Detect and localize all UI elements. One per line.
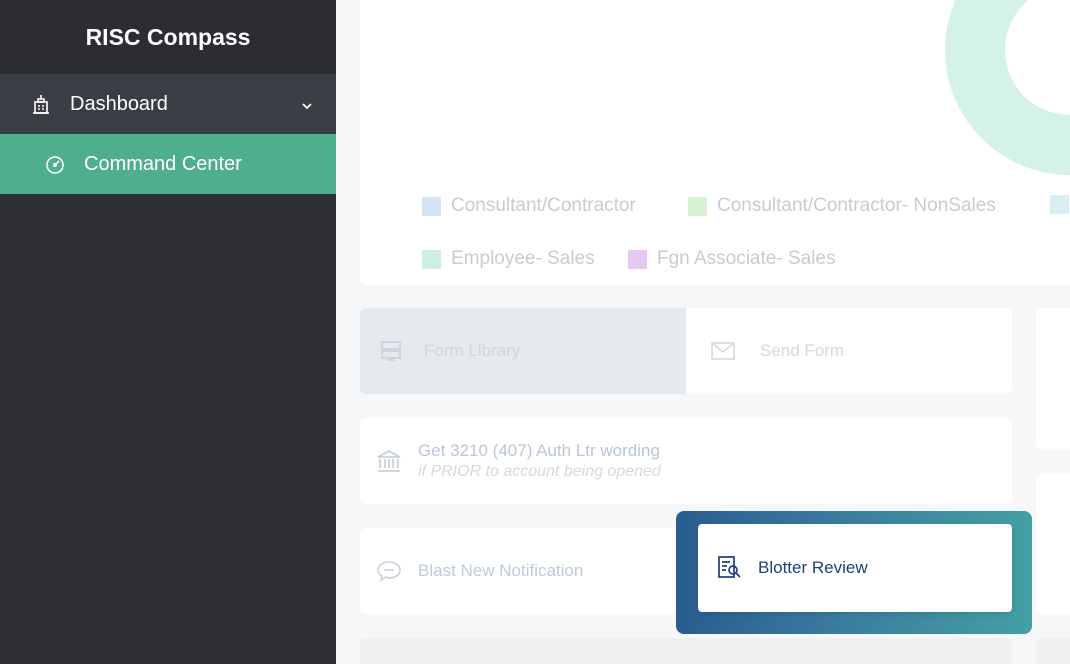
blast-notification-label: Blast New Notification xyxy=(418,561,584,580)
blotter-review-button[interactable]: Blotter Review xyxy=(698,524,1012,612)
sidebar-item-label: Command Center xyxy=(84,152,242,175)
building-icon xyxy=(30,93,52,115)
form-library-icon xyxy=(378,338,404,364)
bottom-card xyxy=(360,638,1012,664)
legend-swatch xyxy=(1050,195,1069,214)
app-title: RISC Compass xyxy=(0,0,336,74)
main-content: Consultant/Contractor Consultant/Contrac… xyxy=(336,0,1070,664)
sidebar-item-dashboard[interactable]: Dashboard xyxy=(0,74,336,134)
form-library-button[interactable]: Form Library xyxy=(360,308,686,394)
legend-swatch xyxy=(422,249,441,269)
legend-item: Fgn Associate- Sales xyxy=(628,248,835,270)
legend-item xyxy=(1050,195,1070,214)
chat-bubble-icon xyxy=(376,558,402,584)
document-search-icon xyxy=(716,555,742,581)
bank-icon xyxy=(376,448,402,474)
chevron-down-icon[interactable] xyxy=(300,96,314,119)
side-card xyxy=(1036,308,1070,450)
sidebar: RISC Compass Dashboard Command Center xyxy=(0,0,336,664)
legend-item: Consultant/Contractor- NonSales xyxy=(688,195,996,217)
sidebar-item-label: Dashboard xyxy=(70,92,168,115)
bottom-card-right xyxy=(1036,638,1070,664)
side-card xyxy=(1036,474,1070,614)
auth-ltr-title: Get 3210 (407) Auth Ltr wording xyxy=(418,441,660,460)
donut-chart xyxy=(945,0,1070,175)
form-library-label: Form Library xyxy=(424,341,521,360)
donut-segment xyxy=(945,0,1070,175)
legend-label: Fgn Associate- Sales xyxy=(657,248,836,269)
mail-icon xyxy=(710,338,736,364)
chart-card: Consultant/Contractor Consultant/Contrac… xyxy=(360,0,1070,285)
legend-label: Consultant/Contractor- NonSales xyxy=(717,195,996,216)
forms-card: Form Library Send Form xyxy=(360,308,1012,394)
auth-ltr-subtitle: if PRIOR to account being opened xyxy=(418,463,661,480)
legend-item: Employee- Sales xyxy=(422,248,595,270)
blotter-review-label: Blotter Review xyxy=(758,558,868,577)
legend-swatch xyxy=(628,249,647,269)
legend-swatch xyxy=(422,196,441,216)
legend-label: Employee- Sales xyxy=(451,248,595,269)
legend-swatch xyxy=(688,196,707,216)
send-form-label: Send Form xyxy=(760,341,845,360)
auth-ltr-card[interactable]: Get 3210 (407) Auth Ltr wording if PRIOR… xyxy=(360,418,1012,504)
legend-label: Consultant/Contractor xyxy=(451,195,636,216)
sidebar-item-command-center[interactable]: Command Center xyxy=(0,134,336,194)
send-form-button[interactable]: Send Form xyxy=(686,308,1012,394)
legend-item: Consultant/Contractor xyxy=(422,195,636,217)
speedometer-icon xyxy=(44,153,66,175)
